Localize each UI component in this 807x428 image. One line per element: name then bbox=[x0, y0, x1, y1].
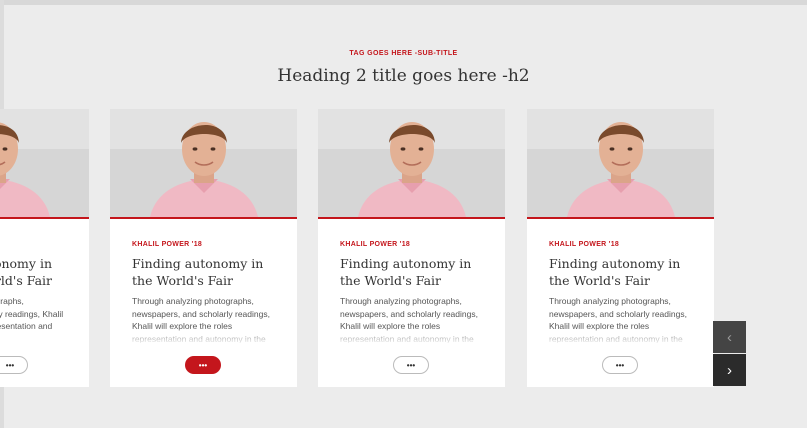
portrait-image bbox=[110, 109, 297, 217]
card-photo bbox=[110, 109, 297, 219]
carousel-prev-button[interactable]: ‹ bbox=[713, 321, 746, 353]
chevron-right-icon: › bbox=[727, 361, 732, 379]
card-title[interactable]: Finding autonomy in the World's Fair bbox=[132, 255, 282, 289]
chevron-left-icon: ‹ bbox=[727, 328, 732, 346]
more-button[interactable]: ••• bbox=[602, 356, 638, 374]
card-author-tag: KHALIL POWER '18 bbox=[340, 241, 411, 248]
portrait-image bbox=[318, 109, 505, 217]
portrait-image bbox=[527, 109, 714, 217]
carousel-next-button[interactable]: › bbox=[713, 354, 746, 386]
card-author-tag: KHALIL POWER '18 bbox=[132, 241, 203, 248]
excerpt-fade bbox=[0, 327, 89, 345]
section-heading: Heading 2 title goes here -h2 bbox=[277, 66, 530, 86]
card-author-tag: KHALIL POWER '18 bbox=[549, 241, 620, 248]
section-subtitle-tag: TAG GOES HERE -SUB-TITLE bbox=[349, 50, 458, 57]
story-card[interactable]: KHALIL POWER '18 Finding autonomy in the… bbox=[318, 109, 505, 387]
story-card[interactable]: Finding autonomy in the World's Fair Thr… bbox=[0, 109, 89, 387]
story-card[interactable]: KHALIL POWER '18 Finding autonomy in the… bbox=[110, 109, 297, 387]
excerpt-fade bbox=[527, 327, 714, 345]
more-button[interactable]: ••• bbox=[0, 356, 28, 374]
portrait-image bbox=[0, 109, 89, 217]
excerpt-fade bbox=[110, 327, 297, 345]
card-photo bbox=[527, 109, 714, 219]
excerpt-fade bbox=[318, 327, 505, 345]
more-button[interactable]: ••• bbox=[393, 356, 429, 374]
story-card[interactable]: KHALIL POWER '18 Finding autonomy in the… bbox=[527, 109, 714, 387]
top-divider bbox=[0, 0, 807, 5]
more-button[interactable]: ••• bbox=[185, 356, 221, 374]
card-title[interactable]: Finding autonomy in the World's Fair bbox=[0, 255, 52, 289]
card-photo bbox=[318, 109, 505, 219]
card-photo bbox=[0, 109, 89, 219]
card-title[interactable]: Finding autonomy in the World's Fair bbox=[340, 255, 490, 289]
card-title[interactable]: Finding autonomy in the World's Fair bbox=[549, 255, 699, 289]
